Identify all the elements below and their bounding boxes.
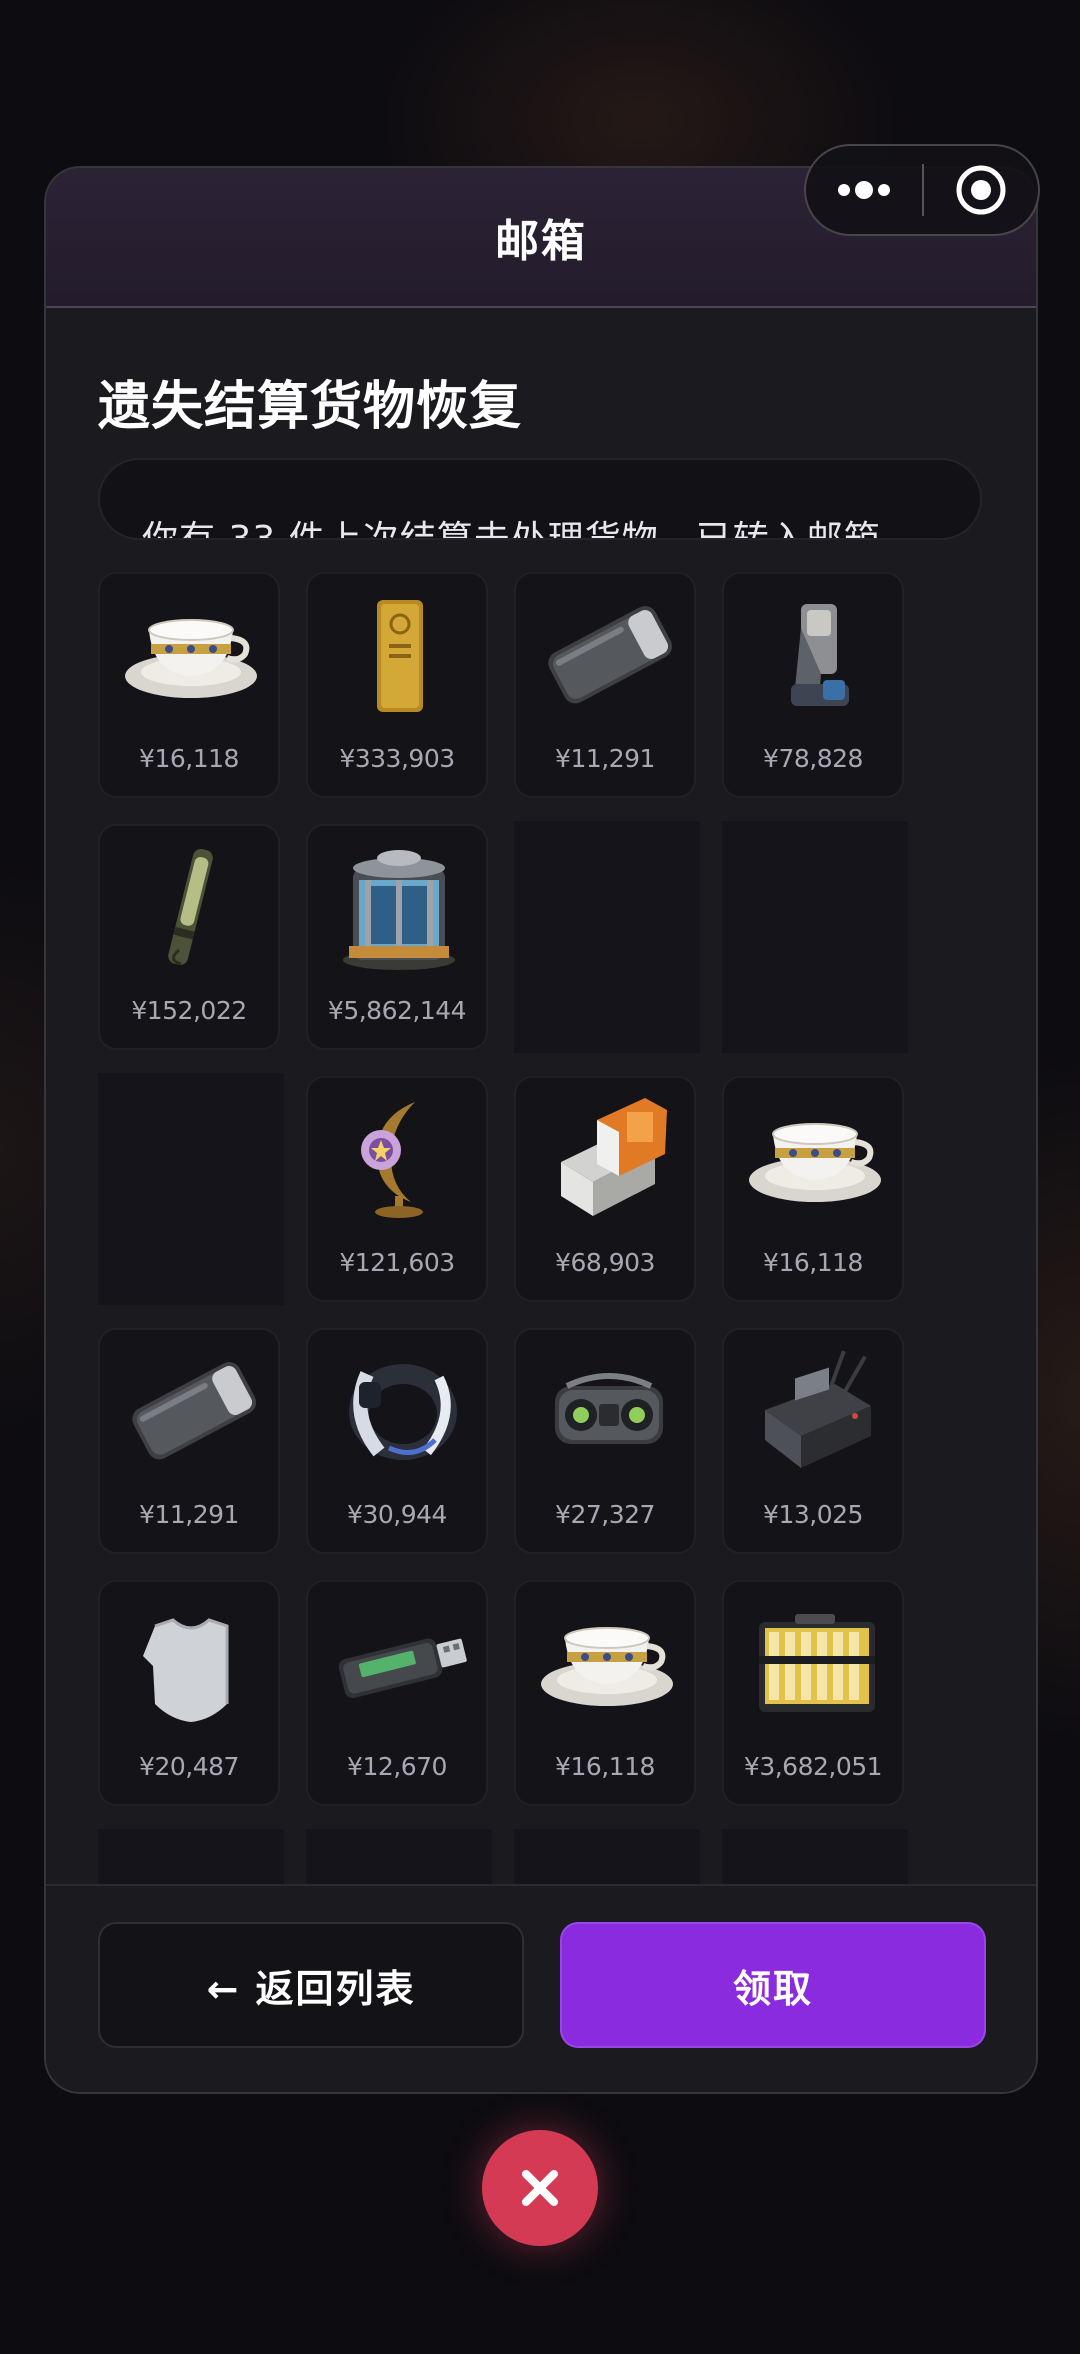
item-price: ¥5,862,144 [327, 996, 467, 1025]
armor-plate-icon [143, 1618, 229, 1722]
item-price: ¥11,291 [555, 744, 655, 773]
usb-drive-icon [338, 1638, 467, 1699]
gold-bar-icon [377, 600, 423, 712]
target-circle-icon [956, 165, 1006, 215]
empty-slot [514, 821, 700, 1053]
item-slot[interactable]: ¥11,291 [514, 572, 696, 798]
mechanical-device-icon [791, 604, 849, 706]
crescent-lamp-icon [361, 1102, 423, 1218]
item-price: ¥16,118 [763, 1248, 863, 1277]
item-slot[interactable]: ¥121,603 [306, 1076, 488, 1302]
item-slot[interactable]: ¥333,903 [306, 572, 488, 798]
modal-footer: ← 返回列表 领取 [46, 1884, 1036, 2092]
empty-slot [722, 821, 908, 1053]
mailbox-modal: 邮箱 遗失结算货物恢复 你有 33 件上次结算未处理货物，已转入邮箱。 ¥16,… [44, 166, 1038, 2094]
item-slot[interactable]: ¥16,118 [98, 572, 280, 798]
item-price: ¥78,828 [763, 744, 863, 773]
router-device-icon [765, 1350, 871, 1468]
item-price: ¥3,682,051 [743, 1752, 883, 1781]
teacup-icon [749, 1123, 881, 1202]
item-grid: ¥16,118 ¥333,903 ¥11,291 ¥78,828 ¥152,022 ¥5,… [98, 572, 908, 2004]
item-price: ¥27,327 [555, 1500, 655, 1529]
power-bank-icon [548, 606, 673, 704]
teacup-icon [541, 1627, 673, 1706]
notice-text: 你有 33 件上次结算未处理货物，已转入邮箱。 [142, 519, 918, 540]
glowstick-icon [168, 848, 213, 966]
modal-title: 邮箱 [495, 216, 587, 267]
miniprogram-capsule [804, 144, 1040, 236]
item-slot[interactable]: ¥16,118 [722, 1076, 904, 1302]
item-price: ¥16,118 [139, 744, 239, 773]
cigarette-pack-icon [561, 1098, 667, 1216]
item-slot[interactable]: ¥20,487 [98, 1580, 280, 1806]
boombox-icon [555, 1373, 663, 1444]
smart-ring-icon [349, 1364, 457, 1460]
item-slot[interactable]: ¥12,670 [306, 1580, 488, 1806]
teacup-icon [125, 619, 257, 698]
item-price: ¥121,603 [339, 1248, 455, 1277]
item-price: ¥68,903 [555, 1248, 655, 1277]
item-price: ¥152,022 [131, 996, 247, 1025]
close-button[interactable] [482, 2130, 598, 2246]
more-button[interactable] [806, 146, 922, 234]
item-slot[interactable]: ¥5,862,144 [306, 824, 488, 1050]
item-slot[interactable]: ¥3,682,051 [722, 1580, 904, 1806]
item-price: ¥20,487 [139, 1752, 239, 1781]
item-slot[interactable]: ¥16,118 [514, 1580, 696, 1806]
item-price: ¥13,025 [763, 1500, 863, 1529]
item-slot[interactable]: ¥11,291 [98, 1328, 280, 1554]
empty-slot [98, 1073, 284, 1305]
power-bank-icon [132, 1362, 257, 1460]
item-slot[interactable]: ¥152,022 [98, 824, 280, 1050]
item-price: ¥11,291 [139, 1500, 239, 1529]
battery-pack-icon [759, 1614, 875, 1712]
reactor-core-icon [343, 850, 455, 970]
claim-button[interactable]: 领取 [560, 1922, 986, 2048]
notice-banner: 你有 33 件上次结算未处理货物，已转入邮箱。 [98, 458, 982, 540]
back-to-list-button[interactable]: ← 返回列表 [98, 1922, 524, 2048]
item-grid-scroll[interactable]: ¥16,118 ¥333,903 ¥11,291 ¥78,828 ¥152,022 ¥5,… [98, 572, 988, 2004]
item-slot[interactable]: ¥30,944 [306, 1328, 488, 1554]
item-price: ¥12,670 [347, 1752, 447, 1781]
item-slot[interactable]: ¥78,828 [722, 572, 904, 798]
section-title: 遗失结算货物恢复 [98, 377, 523, 437]
more-dots-icon [838, 181, 890, 199]
item-price: ¥16,118 [555, 1752, 655, 1781]
exit-miniprogram-button[interactable] [924, 146, 1038, 234]
item-price: ¥333,903 [339, 744, 455, 773]
item-price: ¥30,944 [347, 1500, 447, 1529]
item-slot[interactable]: ¥27,327 [514, 1328, 696, 1554]
close-x-icon [522, 2170, 558, 2206]
item-slot[interactable]: ¥13,025 [722, 1328, 904, 1554]
item-slot[interactable]: ¥68,903 [514, 1076, 696, 1302]
